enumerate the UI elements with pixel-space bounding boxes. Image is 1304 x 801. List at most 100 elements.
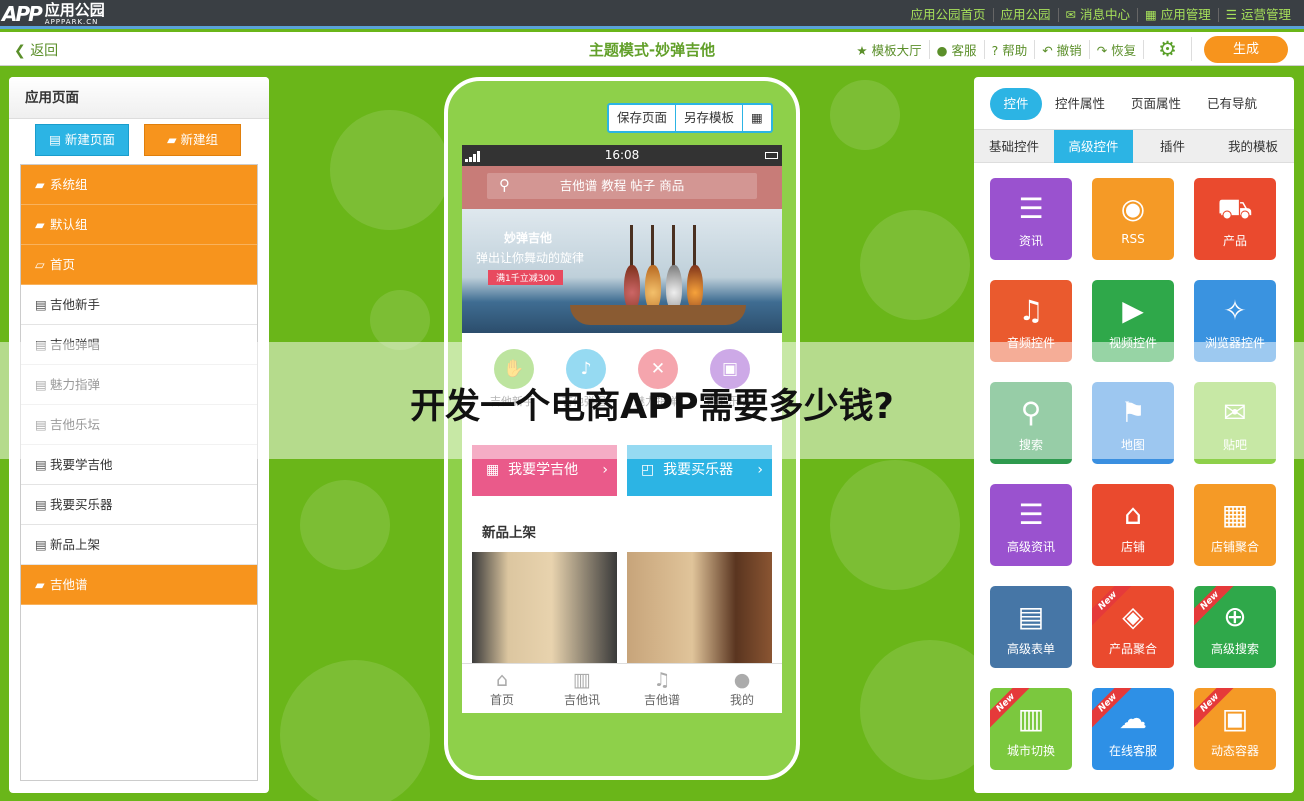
- app-pages-title: 应用页面: [9, 77, 269, 119]
- tab-existing-nav[interactable]: 已有导航: [1207, 88, 1257, 120]
- tab-home[interactable]: ⌂ 首页: [462, 664, 542, 713]
- calendar-icon: ▦: [486, 462, 500, 478]
- tab-widget-properties[interactable]: 控件属性: [1055, 88, 1105, 120]
- book-open-icon: ▥: [573, 669, 591, 691]
- save-as-template-button[interactable]: 另存模板: [676, 105, 744, 131]
- widget-tile[interactable]: ⛟ 产品: [1194, 178, 1276, 260]
- play-icon: ▶: [1122, 294, 1144, 327]
- guitar-neck: [672, 225, 675, 267]
- folder-icon: ▱: [35, 257, 45, 272]
- logo-name: 应用公园: [44, 0, 105, 19]
- top-link-app-manage-label: 应用管理: [1160, 6, 1211, 22]
- top-link-operations[interactable]: ☰ 运营管理: [1217, 7, 1298, 22]
- editor-toolbar: ❮ 返回 主题模式-妙弹吉他 ★ 模板大厅 ● 客服 ? 帮助 ↶ 撤销 ↷ 恢…: [0, 32, 1304, 66]
- widget-tile[interactable]: ⌂ 店铺: [1092, 484, 1174, 566]
- shop-icon: ⌂: [1124, 498, 1142, 531]
- bag-icon: ◰: [641, 462, 655, 478]
- template-hall-button[interactable]: ★ 模板大厅: [849, 39, 930, 59]
- search-input[interactable]: ⚲ 吉他谱 教程 帖子 商品: [487, 173, 757, 199]
- new-page-label: 新建页面: [64, 132, 115, 147]
- signal-icon: [465, 151, 480, 162]
- page-tree-label: 首页: [50, 257, 76, 272]
- top-link-messages[interactable]: ✉ 消息中心: [1057, 6, 1137, 22]
- widget-tile[interactable]: ▦ 店铺聚合: [1194, 484, 1276, 566]
- product-image[interactable]: [627, 552, 772, 664]
- search-icon: ⚲: [499, 176, 510, 194]
- new-page-button[interactable]: ▤ 新建页面: [35, 124, 129, 156]
- tab-widgets[interactable]: 控件: [990, 88, 1042, 120]
- tab-scores[interactable]: ♫ 吉他谱: [622, 664, 702, 713]
- subtab-advanced[interactable]: 高级控件: [1054, 130, 1133, 163]
- tab-news[interactable]: ▥ 吉他讯: [542, 664, 622, 713]
- widget-tile[interactable]: ◈ 产品聚合 New: [1092, 586, 1174, 668]
- undo-label: 撤销: [1056, 42, 1082, 58]
- widget-tile[interactable]: ▤ 高级表单: [990, 586, 1072, 668]
- undo-button[interactable]: ↶ 撤销: [1035, 39, 1090, 59]
- qrcode-icon[interactable]: ▦: [743, 105, 771, 131]
- widget-tile-label: RSS: [1121, 232, 1145, 246]
- guitar-neck: [693, 225, 696, 267]
- generate-button[interactable]: 生成: [1204, 35, 1288, 63]
- product-image[interactable]: [472, 552, 617, 664]
- bg-bubble: [280, 660, 430, 801]
- page-tree-item[interactable]: ▰ 吉他谱: [21, 565, 257, 605]
- widget-tile[interactable]: ☰ 资讯: [990, 178, 1072, 260]
- redo-label: 恢复: [1111, 42, 1137, 58]
- tab-mine[interactable]: ● 我的: [702, 664, 782, 713]
- page-tree-label: 我要买乐器: [50, 497, 113, 512]
- customer-service-button[interactable]: ● 客服: [930, 39, 985, 59]
- widget-tile-label: 店铺: [1120, 540, 1145, 554]
- page-tree-label: 系统组: [50, 177, 88, 192]
- page-tree-label: 吉他新手: [50, 297, 101, 312]
- widget-tile[interactable]: ⊕ 高级搜索 New: [1194, 586, 1276, 668]
- widget-tile-label: 高级资讯: [1006, 540, 1055, 554]
- phone-tabbar: ⌂ 首页 ▥ 吉他讯 ♫ 吉他谱 ● 我的: [462, 663, 782, 713]
- top-links: 应用公园首页 应用公园 ✉ 消息中心 ▦ 应用管理 ☰ 运营管理: [903, 0, 1298, 29]
- page-tree-item[interactable]: ▤ 我要买乐器: [21, 485, 257, 525]
- bg-bubble: [370, 290, 430, 350]
- bg-bubble: [830, 80, 900, 150]
- widget-tile-label: 产品: [1222, 234, 1247, 248]
- folder-icon: ▰: [35, 577, 45, 592]
- logo-mark: APP: [2, 2, 43, 26]
- widget-tile[interactable]: ☁ 在线客服 New: [1092, 688, 1174, 770]
- top-link-home[interactable]: 应用公园首页: [903, 7, 992, 22]
- redo-button[interactable]: ↷ 恢复: [1090, 39, 1145, 59]
- widget-tile-label: 高级表单: [1006, 642, 1055, 656]
- page-tree-item[interactable]: ▤ 新品上架: [21, 525, 257, 565]
- new-group-button[interactable]: ▰ 新建组: [144, 124, 241, 156]
- back-button[interactable]: ❮ 返回: [14, 40, 58, 60]
- subtab-plugins[interactable]: 插件: [1133, 130, 1212, 163]
- toolbar-actions: ★ 模板大厅 ● 客服 ? 帮助 ↶ 撤销 ↷ 恢复 ⚙ 生成: [849, 32, 1288, 66]
- widget-tile[interactable]: ☰ 高级资讯: [990, 484, 1072, 566]
- widget-tile-label: 城市切换: [1006, 744, 1055, 758]
- widget-tabs: 控件 控件属性 页面属性 已有导航: [974, 77, 1294, 129]
- star-icon: ★: [856, 42, 868, 58]
- gear-icon[interactable]: ⚙: [1144, 37, 1192, 61]
- top-link-apppark[interactable]: 应用公园: [992, 7, 1058, 22]
- page-tree-item[interactable]: ▱ 首页: [21, 245, 257, 285]
- subtab-my-templates[interactable]: 我的模板: [1212, 130, 1294, 163]
- new-arrivals-title: 新品上架: [482, 525, 536, 541]
- banner-title: 妙弹吉他: [504, 231, 553, 245]
- save-page-button[interactable]: 保存页面: [609, 105, 677, 131]
- page-tree-item[interactable]: ▰ 系统组: [21, 165, 257, 205]
- tab-scores-label: 吉他谱: [643, 693, 680, 707]
- subtab-basic[interactable]: 基础控件: [974, 130, 1054, 163]
- battery-icon: [765, 152, 778, 159]
- apppark-logo[interactable]: APP 应用公园 APPPARK.CN: [2, 2, 105, 26]
- tab-page-properties[interactable]: 页面属性: [1131, 88, 1181, 120]
- page-tree-item[interactable]: ▤ 吉他新手: [21, 285, 257, 325]
- widget-tile[interactable]: ▥ 城市切换 New: [990, 688, 1072, 770]
- template-hall-label: 模板大厅: [871, 42, 922, 58]
- widget-tile[interactable]: ◉ RSS: [1092, 178, 1174, 260]
- tab-mine-label: 我的: [729, 693, 754, 707]
- search-bar: ⚲ 吉他谱 教程 帖子 商品: [462, 166, 782, 209]
- page-tree-item[interactable]: ▰ 默认组: [21, 205, 257, 245]
- top-link-app-manage[interactable]: ▦ 应用管理: [1136, 6, 1218, 22]
- banner-image[interactable]: 妙弹吉他 弹出让你舞动的旋律 满1千立减300: [462, 209, 782, 333]
- widget-tile[interactable]: ▣ 动态容器 New: [1194, 688, 1276, 770]
- top-link-messages-label: 消息中心: [1079, 6, 1130, 22]
- question-icon: ?: [991, 42, 999, 58]
- help-button[interactable]: ? 帮助: [985, 39, 1036, 59]
